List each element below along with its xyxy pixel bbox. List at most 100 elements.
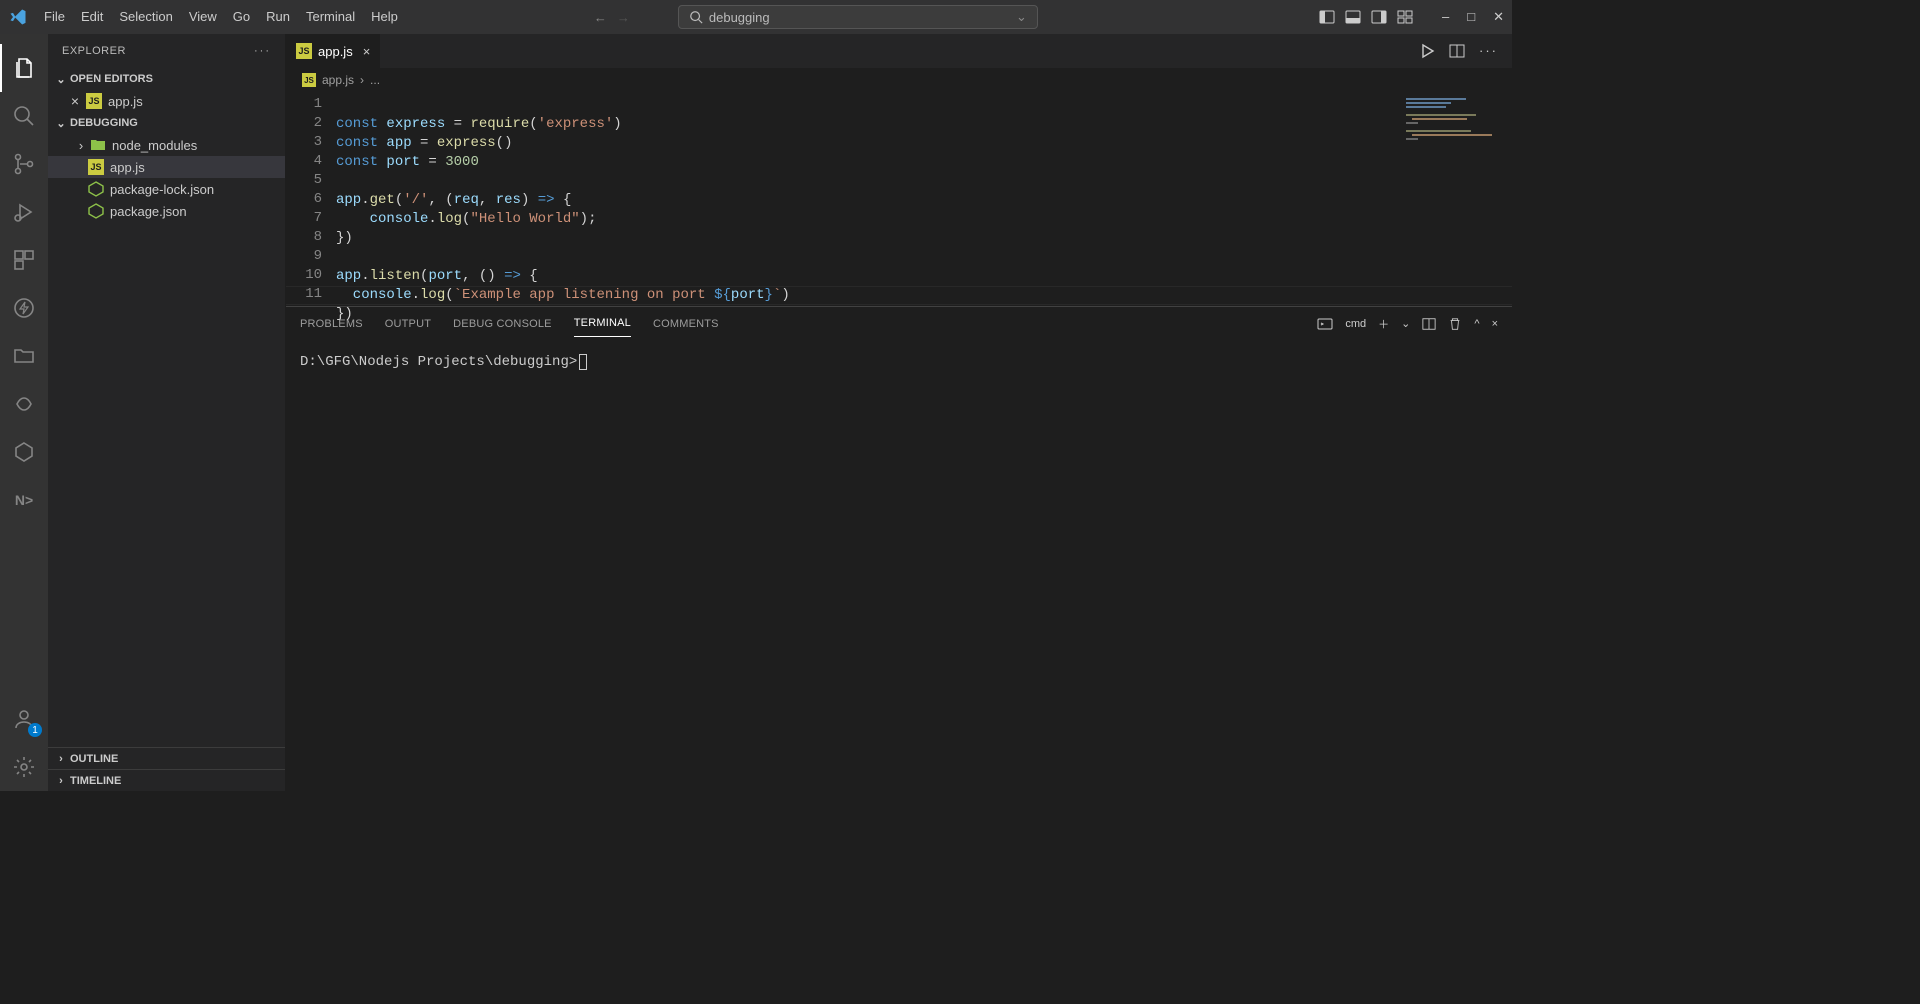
menu-go[interactable]: Go xyxy=(225,0,258,34)
split-editor-icon[interactable] xyxy=(1449,43,1465,59)
file-row-app-js[interactable]: JS app.js xyxy=(48,156,285,178)
menu-file[interactable]: File xyxy=(36,0,73,34)
activity-share-icon[interactable] xyxy=(0,380,48,428)
nav-forward-icon[interactable]: → xyxy=(617,10,630,25)
tvar: port xyxy=(731,287,765,303)
menu-run[interactable]: Run xyxy=(258,0,298,34)
outline-header[interactable]: › OUTLINE xyxy=(48,747,285,769)
nav-back-icon[interactable]: ← xyxy=(594,10,607,25)
close-icon[interactable]: × xyxy=(68,93,82,109)
close-icon[interactable]: × xyxy=(363,44,371,59)
fn: express xyxy=(437,135,496,151)
id: console xyxy=(336,287,412,303)
panel-tab-debug-console[interactable]: DEBUG CONSOLE xyxy=(453,311,552,337)
minimap[interactable] xyxy=(1402,92,1512,306)
more-icon[interactable]: ··· xyxy=(1479,43,1498,59)
terminal-profile-label[interactable]: cmd xyxy=(1345,318,1366,330)
activity-debug-icon[interactable] xyxy=(0,188,48,236)
more-icon[interactable]: ··· xyxy=(254,45,271,57)
outline-label: OUTLINE xyxy=(70,753,118,765)
activity-hex-icon[interactable] xyxy=(0,428,48,476)
run-icon[interactable] xyxy=(1419,43,1435,59)
menu-edit[interactable]: Edit xyxy=(73,0,111,34)
code-content[interactable]: const express = require('express') const… xyxy=(336,92,1512,306)
window-maximize-icon[interactable]: □ xyxy=(1467,9,1475,25)
chevron-down-icon[interactable]: ⌄ xyxy=(1016,9,1027,25)
chevron-right-icon: › xyxy=(54,775,68,787)
kw: const xyxy=(336,135,386,151)
layout-customize-icon[interactable] xyxy=(1396,8,1414,26)
close-panel-icon[interactable]: × xyxy=(1492,318,1498,330)
terminal-profile-icon[interactable] xyxy=(1317,316,1333,332)
open-editors-header[interactable]: ⌄ OPEN EDITORS xyxy=(48,68,285,90)
file-name: app.js xyxy=(110,160,145,175)
p: }) xyxy=(336,230,353,246)
activity-extensions-icon[interactable] xyxy=(0,236,48,284)
layout-sidebar-right-icon[interactable] xyxy=(1370,8,1388,26)
terminal-dropdown-icon[interactable]: ⌄ xyxy=(1401,317,1410,330)
op: = xyxy=(420,154,445,170)
fn: log xyxy=(437,211,462,227)
activity-settings-icon[interactable] xyxy=(0,743,48,791)
id: app xyxy=(336,192,361,208)
activity-nx-icon[interactable]: N> xyxy=(0,476,48,524)
layout-panel-icon[interactable] xyxy=(1344,8,1362,26)
file-row-package-lock[interactable]: package-lock.json xyxy=(48,178,285,200)
folder-header[interactable]: ⌄ DEBUGGING xyxy=(48,112,285,134)
kill-terminal-icon[interactable] xyxy=(1448,317,1462,331)
menu-view[interactable]: View xyxy=(181,0,225,34)
file-row-package-json[interactable]: package.json xyxy=(48,200,285,222)
menu-terminal[interactable]: Terminal xyxy=(298,0,363,34)
maximize-panel-icon[interactable]: ^ xyxy=(1474,318,1479,330)
p: . xyxy=(428,211,436,227)
code-editor[interactable]: 1234567891011 const express = require('e… xyxy=(286,92,1512,306)
open-editor-item[interactable]: × JS app.js xyxy=(48,90,285,112)
breadcrumbs[interactable]: JS app.js › ... xyxy=(286,68,1512,92)
activity-bar: N> 1 xyxy=(0,34,48,791)
id: app xyxy=(336,268,361,284)
p: ); xyxy=(580,211,597,227)
npm-file-icon xyxy=(88,181,104,197)
terminal-cursor xyxy=(579,354,587,370)
vscode-logo-icon xyxy=(8,7,28,27)
activity-accounts-icon[interactable]: 1 xyxy=(0,695,48,743)
p: . xyxy=(361,192,369,208)
activity-explorer-icon[interactable] xyxy=(0,44,48,92)
id: port xyxy=(428,268,462,284)
param: res xyxy=(496,192,521,208)
activity-thunder-icon[interactable] xyxy=(0,284,48,332)
id: port xyxy=(386,154,420,170)
p: () xyxy=(496,135,513,151)
p: . xyxy=(361,268,369,284)
panel-tab-comments[interactable]: COMMENTS xyxy=(653,311,719,337)
terminal-body[interactable]: D:\GFG\Nodejs Projects\debugging> xyxy=(286,340,1512,706)
window-minimize-icon[interactable]: – xyxy=(1442,9,1449,25)
new-terminal-icon[interactable]: ＋ xyxy=(1378,316,1389,332)
bottom-panel: PROBLEMS OUTPUT DEBUG CONSOLE TERMINAL C… xyxy=(286,306,1512,706)
activity-scm-icon[interactable] xyxy=(0,140,48,188)
layout-sidebar-left-icon[interactable] xyxy=(1318,8,1336,26)
tmpl: ${ xyxy=(714,287,731,303)
fn: listen xyxy=(370,268,420,284)
file-row-node-modules[interactable]: › node_modules xyxy=(48,134,285,156)
open-editor-filename: app.js xyxy=(108,94,143,109)
timeline-header[interactable]: › TIMELINE xyxy=(48,769,285,791)
editor-area: JS app.js × ··· JS app.js › ... xyxy=(286,34,1512,791)
split-terminal-icon[interactable] xyxy=(1422,317,1436,331)
p: , xyxy=(479,192,496,208)
tab-label: app.js xyxy=(318,44,353,59)
file-name: package.json xyxy=(110,204,187,219)
menu-selection[interactable]: Selection xyxy=(111,0,180,34)
command-center[interactable]: debugging ⌄ xyxy=(678,5,1038,29)
id: app xyxy=(386,135,411,151)
panel-tab-terminal[interactable]: TERMINAL xyxy=(574,310,631,337)
fn: get xyxy=(370,192,395,208)
activity-search-icon[interactable] xyxy=(0,92,48,140)
activity-folder-icon[interactable] xyxy=(0,332,48,380)
chevron-right-icon: › xyxy=(54,753,68,765)
window-close-icon[interactable]: ✕ xyxy=(1493,9,1504,25)
num: 3000 xyxy=(445,154,479,170)
editor-tab-app-js[interactable]: JS app.js × xyxy=(286,34,381,68)
js-file-icon: JS xyxy=(88,159,104,175)
menu-help[interactable]: Help xyxy=(363,0,406,34)
